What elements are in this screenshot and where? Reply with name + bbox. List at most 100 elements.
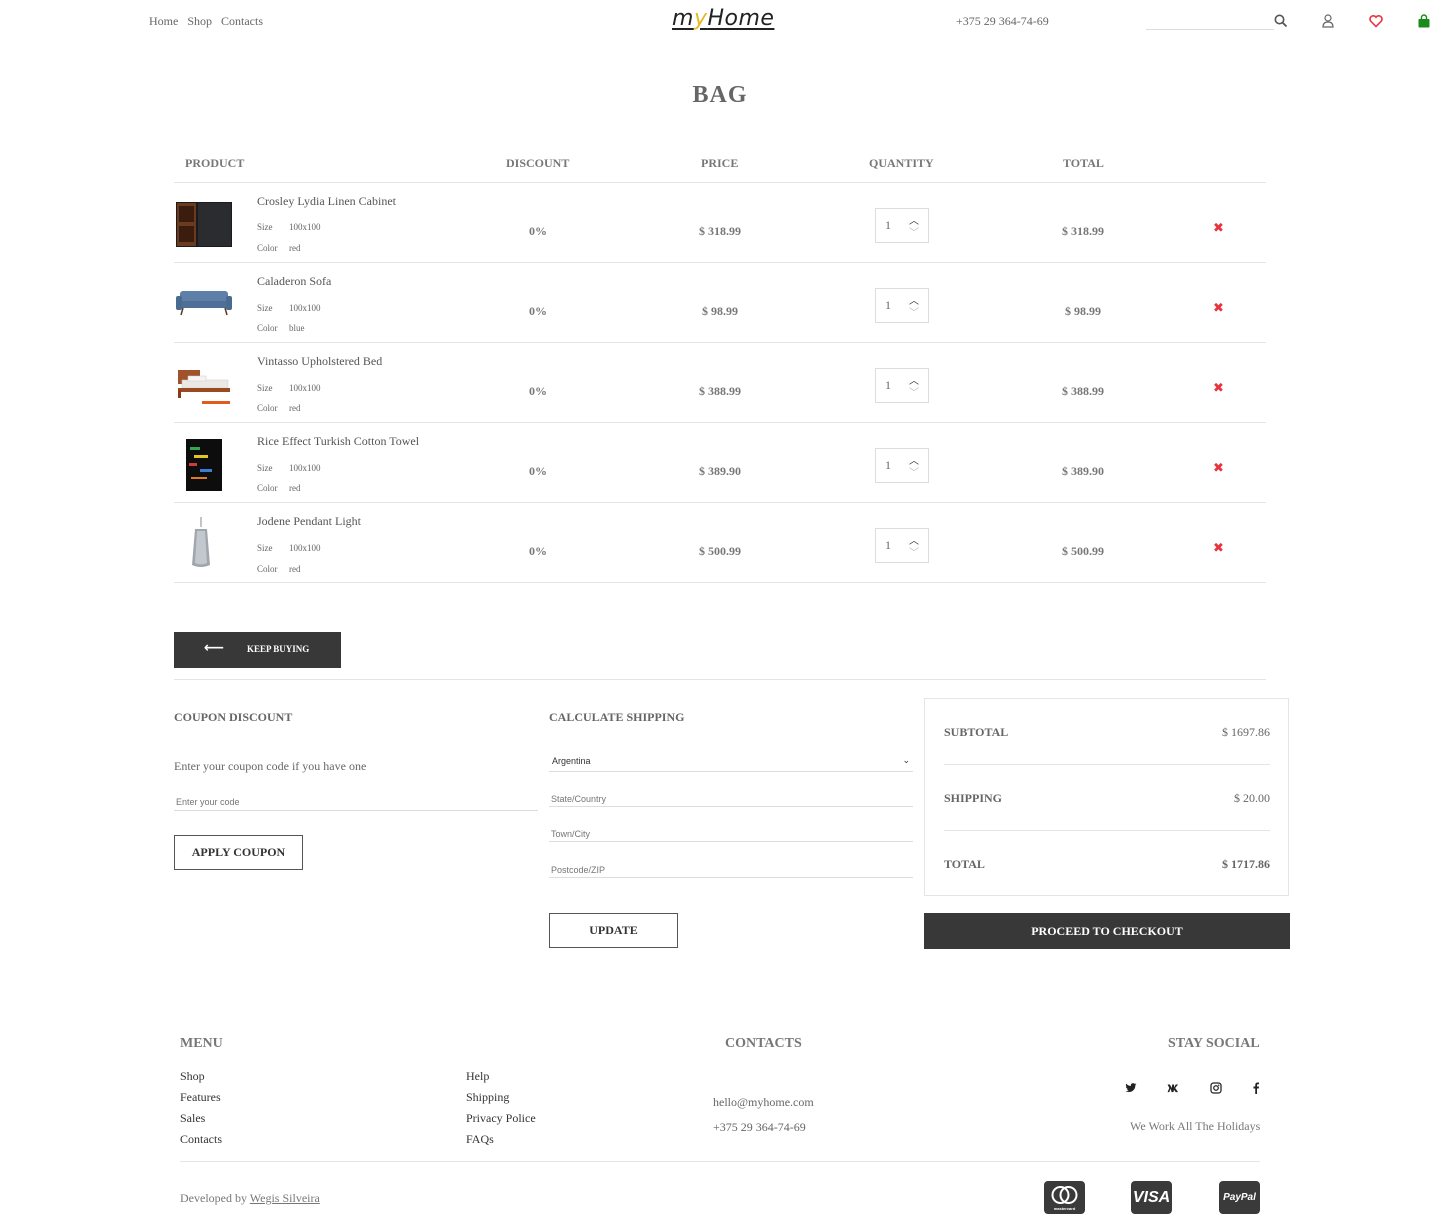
color-label: Color [257,564,278,574]
remove-icon[interactable]: ✖ [1213,461,1224,476]
developer-link[interactable]: Wegis Silveira [250,1191,320,1205]
update-button[interactable]: UPDATE [549,913,678,948]
chevron-down-icon[interactable]: ﹀ [909,544,919,559]
footer-link-shipping[interactable]: Shipping [466,1090,509,1105]
product-image [176,202,232,247]
town-input[interactable] [549,826,913,842]
subtotal-row: SUBTOTAL $ 1697.86 [944,699,1270,765]
nav-contacts[interactable]: Contacts [221,14,263,29]
heart-icon[interactable] [1368,13,1384,29]
discount-value: 0% [529,464,547,478]
col-product: PRODUCT [185,156,245,170]
remove-icon[interactable]: ✖ [1213,301,1224,316]
product-name[interactable]: Vintasso Upholstered Bed [257,354,382,369]
remove-icon[interactable]: ✖ [1213,541,1224,556]
remove-icon[interactable]: ✖ [1213,221,1224,236]
product-image [178,370,230,404]
color-value: red [289,403,301,413]
col-quantity: QUANTITY [869,156,934,170]
cart-row: Caladeron Sofa Size 100x100 Color blue 0% … [174,263,1266,343]
logo-text-y: y [693,6,708,31]
footer-menu-title: MENU [180,1036,223,1051]
chevron-down-icon[interactable]: ﹀ [909,464,919,479]
discount-value: 0% [529,224,547,238]
col-price: PRICE [701,156,739,170]
chevron-down-icon[interactable]: ﹀ [909,304,919,319]
total-value: $ 389.90 [1062,464,1104,478]
product-color: Color blue [257,323,305,333]
color-value: red [289,243,301,253]
facebook-icon[interactable] [1251,1082,1261,1097]
product-name[interactable]: Jodene Pendant Light [257,514,361,529]
quantity-stepper[interactable]: 1 ︿ ﹀ [875,288,929,323]
subtotal-value: $ 1697.86 [1222,725,1270,739]
price-value: $ 318.99 [699,224,741,238]
size-value: 100x100 [289,303,321,313]
keep-buying-button[interactable]: ⟵ KEEP BUYING [174,632,341,668]
product-name[interactable]: Caladeron Sofa [257,274,331,289]
postcode-input[interactable] [549,862,913,878]
country-select[interactable]: Argentina ⌄ [549,755,913,772]
quantity-stepper[interactable]: 1 ︿ ﹀ [875,448,929,483]
quantity-value: 1 [885,298,891,312]
footer-link-help[interactable]: Help [466,1069,489,1084]
product-size: Size 100x100 [257,222,321,232]
price-value: $ 500.99 [699,544,741,558]
footer-link-privacy[interactable]: Privacy Police [466,1111,536,1126]
footer-link-features[interactable]: Features [180,1090,221,1105]
quantity-stepper[interactable]: 1 ︿ ﹀ [875,368,929,403]
size-value: 100x100 [289,222,321,232]
size-value: 100x100 [289,383,321,393]
product-size: Size 100x100 [257,543,321,553]
size-value: 100x100 [289,463,321,473]
size-label: Size [257,383,273,393]
quantity-value: 1 [885,218,891,232]
footer-link-sales[interactable]: Sales [180,1111,205,1126]
color-value: red [289,483,301,493]
visa-icon: VISA [1131,1181,1172,1214]
user-icon[interactable] [1320,13,1336,29]
coupon-description: Enter your coupon code if you have one [174,759,367,773]
search-icon[interactable] [1273,13,1289,29]
quantity-value: 1 [885,538,891,552]
remove-icon[interactable]: ✖ [1213,381,1224,396]
quantity-stepper[interactable]: 1 ︿ ﹀ [875,528,929,563]
footer-phone[interactable]: +375 29 364-74-69 [713,1120,806,1135]
cart-row: Vintasso Upholstered Bed Size 100x100 Col… [174,343,1266,423]
shipping-row: SHIPPING $ 20.00 [944,765,1270,831]
shopping-bag-icon[interactable] [1416,13,1432,29]
product-color: Color red [257,483,301,493]
product-name[interactable]: Crosley Lydia Linen Cabinet [257,194,396,209]
size-value: 100x100 [289,543,321,553]
twitter-icon[interactable] [1125,1082,1137,1097]
nav-shop[interactable]: Shop [187,14,212,29]
mastercard-icon: mastercard [1044,1181,1085,1214]
search-input[interactable] [1146,12,1274,30]
price-value: $ 98.99 [702,304,738,318]
cart-row: Crosley Lydia Linen Cabinet Size 100x100 … [174,183,1266,263]
chevron-down-icon[interactable]: ﹀ [909,384,919,399]
state-input[interactable] [549,791,913,807]
nav-home[interactable]: Home [149,14,178,29]
footer-link-shop[interactable]: Shop [180,1069,205,1084]
coupon-code-input[interactable] [174,794,538,811]
checkout-button[interactable]: PROCEED TO CHECKOUT [924,913,1290,949]
developed-by-label: Developed by [180,1191,247,1205]
footer-email[interactable]: hello@myhome.com [713,1095,814,1110]
footer-link-faqs[interactable]: FAQs [466,1132,494,1147]
vk-icon-glyph [1167,1084,1179,1093]
arrow-left-icon: ⟵ [204,640,225,656]
vk-icon[interactable] [1167,1082,1181,1097]
site-logo[interactable]: myHome [672,6,774,31]
footer-link-contacts[interactable]: Contacts [180,1132,222,1147]
size-label: Size [257,303,273,313]
product-size: Size 100x100 [257,303,321,313]
quantity-stepper[interactable]: 1 ︿ ﹀ [875,208,929,243]
total-value: $ 318.99 [1062,224,1104,238]
chevron-down-icon[interactable]: ﹀ [909,224,919,239]
cart-table-header: PRODUCT DISCOUNT PRICE QUANTITY TOTAL [174,155,1266,183]
product-name[interactable]: Rice Effect Turkish Cotton Towel [257,434,419,449]
apply-coupon-button[interactable]: APPLY COUPON [174,835,303,870]
instagram-icon[interactable] [1210,1082,1222,1097]
mastercard-glyph: mastercard [1051,1186,1078,1211]
